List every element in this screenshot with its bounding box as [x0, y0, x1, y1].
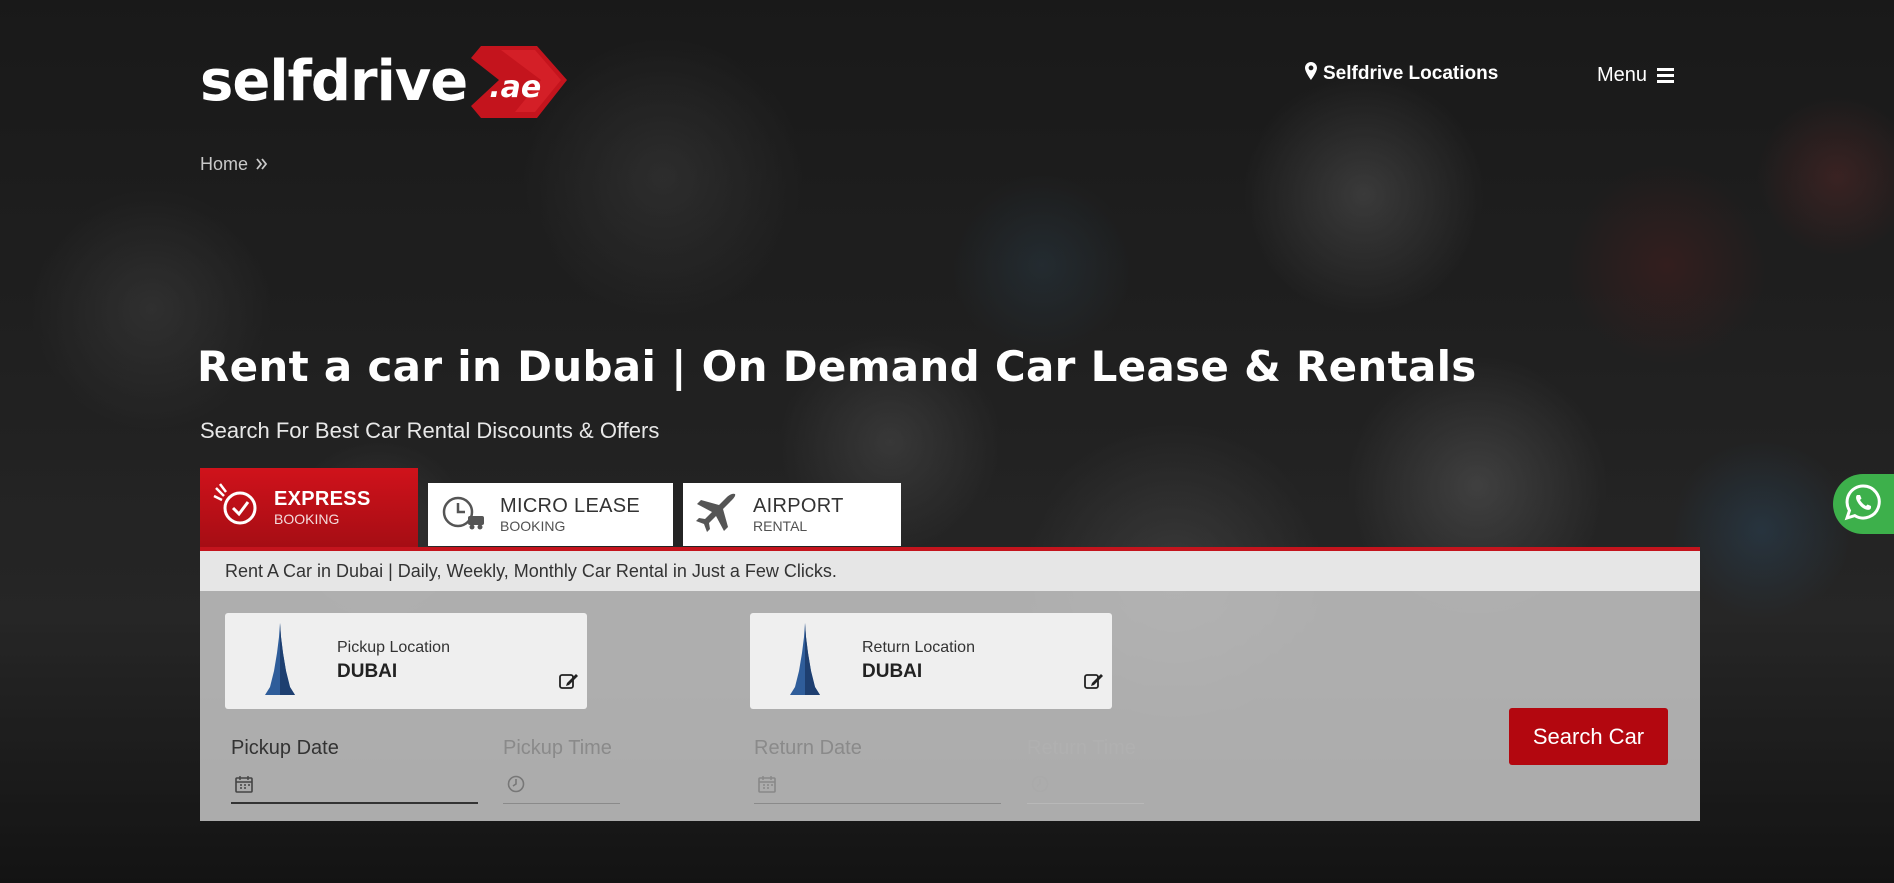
tab-subtitle: BOOKING — [500, 517, 566, 534]
pickup-location-value: DUBAI — [337, 661, 398, 682]
burj-khalifa-icon — [263, 623, 297, 702]
pickup-date-field[interactable]: Pickup Date — [231, 737, 478, 804]
tab-airport-rental[interactable]: AIRPORT RENTAL — [683, 483, 901, 546]
return-time-field[interactable]: Return Time — [1027, 737, 1144, 804]
express-clock-icon — [212, 482, 260, 535]
map-marker-icon — [1305, 62, 1317, 86]
micro-lease-icon — [440, 492, 486, 537]
edit-icon[interactable] — [1084, 672, 1104, 695]
calendar-icon — [235, 775, 253, 798]
page: selfdrive .ae Selfdrive Locations Menu H… — [0, 0, 1894, 883]
return-location-value: DUBAI — [862, 661, 923, 682]
clock-icon — [507, 775, 525, 798]
booking-banner: Rent A Car in Dubai | Daily, Weekly, Mon… — [200, 551, 1700, 591]
logo-text: selfdrive — [200, 49, 468, 114]
menu-label: Menu — [1597, 64, 1648, 86]
locations-label: Selfdrive Locations — [1323, 63, 1499, 84]
pickup-location-card[interactable]: Pickup Location DUBAI — [225, 613, 587, 709]
airplane-icon — [695, 492, 739, 537]
breadcrumb-home[interactable]: Home — [200, 154, 248, 175]
pickup-date-label: Pickup Date — [231, 737, 339, 759]
menu-icon — [1657, 65, 1675, 86]
booking-panel: Rent A Car in Dubai | Daily, Weekly, Mon… — [200, 547, 1700, 821]
logo-suffix: .ae — [489, 70, 542, 105]
pickup-time-input[interactable] — [503, 770, 620, 804]
page-subtitle: Search For Best Car Rental Discounts & O… — [200, 418, 660, 443]
breadcrumb: Home — [200, 154, 268, 175]
whatsapp-button[interactable] — [1833, 474, 1894, 534]
pickup-time-label: Pickup Time — [503, 737, 612, 759]
tab-subtitle: RENTAL — [753, 517, 808, 534]
return-location-card[interactable]: Return Location DUBAI — [750, 613, 1112, 709]
tab-title: AIRPORT — [753, 494, 844, 517]
return-date-field[interactable]: Return Date — [754, 737, 1001, 804]
tab-title: MICRO LEASE — [500, 494, 640, 517]
logo[interactable]: selfdrive .ae — [200, 46, 568, 118]
chevron-double-right-icon — [256, 154, 268, 175]
return-location-label: Return Location — [862, 639, 975, 656]
return-time-label: Return Time — [1027, 737, 1136, 759]
calendar-icon — [758, 775, 776, 798]
logo-badge: .ae — [471, 46, 568, 118]
clock-icon — [1031, 775, 1049, 798]
search-car-button[interactable]: Search Car — [1509, 708, 1668, 765]
burj-khalifa-icon — [788, 623, 822, 702]
pickup-time-field[interactable]: Pickup Time — [503, 737, 620, 804]
tab-express-booking[interactable]: EXPRESS BOOKING — [200, 468, 418, 548]
edit-icon[interactable] — [559, 672, 579, 695]
tab-title: EXPRESS — [274, 488, 371, 511]
pickup-location-label: Pickup Location — [337, 639, 450, 656]
locations-link[interactable]: Selfdrive Locations — [1305, 62, 1498, 86]
pickup-date-input[interactable] — [231, 770, 478, 804]
page-title: Rent a car in Dubai | On Demand Car Leas… — [197, 342, 1477, 391]
whatsapp-icon — [1843, 482, 1883, 527]
tab-subtitle: BOOKING — [274, 511, 340, 528]
return-date-input[interactable] — [754, 770, 1001, 804]
return-date-label: Return Date — [754, 737, 862, 759]
tab-micro-lease[interactable]: MICRO LEASE BOOKING — [428, 483, 673, 546]
return-time-input[interactable] — [1027, 770, 1144, 804]
menu-button[interactable]: Menu — [1597, 64, 1675, 87]
